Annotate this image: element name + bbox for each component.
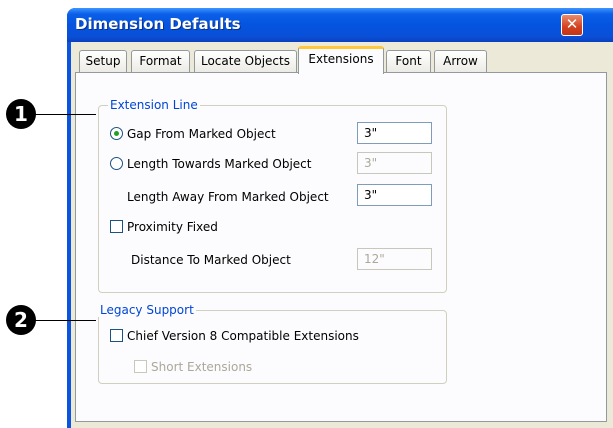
close-icon: ✕	[565, 15, 579, 33]
chief-version-8-compatible-checkbox[interactable]	[110, 329, 123, 342]
tab-label: Setup	[85, 54, 121, 68]
tab-font[interactable]: Font	[386, 50, 431, 72]
tab-label: Extensions	[308, 52, 374, 66]
length-towards-marked-object-label: Length Towards Marked Object	[127, 157, 312, 171]
tab-label: Locate Objects	[200, 54, 290, 68]
tab-label: Format	[139, 54, 182, 68]
tab-panel-extensions: Extension Line Gap From Marked Object 3"…	[75, 72, 607, 422]
legacy-support-group-title: Legacy Support	[98, 303, 196, 317]
tab-label: Arrow	[443, 54, 478, 68]
proximity-fixed-label: Proximity Fixed	[127, 220, 218, 234]
length-away-from-marked-object-label: Length Away From Marked Object	[127, 190, 329, 204]
short-extensions-checkbox[interactable]	[134, 360, 147, 373]
short-extensions-label: Short Extensions	[151, 360, 253, 374]
tab-arrow[interactable]: Arrow	[434, 50, 487, 72]
callout-marker-1: 1	[6, 99, 36, 129]
callout-leader-line-1	[34, 114, 96, 115]
proximity-fixed-checkbox[interactable]	[110, 220, 123, 233]
tab-setup[interactable]: Setup	[79, 50, 127, 72]
callout-marker-2: 2	[6, 305, 36, 335]
close-button[interactable]: ✕	[561, 14, 583, 36]
distance-to-marked-object-field[interactable]: 12"	[357, 248, 432, 270]
radio-selected-dot	[114, 131, 119, 136]
gap-from-marked-object-label: Gap From Marked Object	[127, 127, 276, 141]
tab-format[interactable]: Format	[131, 50, 190, 72]
extension-line-group-title: Extension Line	[108, 98, 200, 112]
gap-from-marked-object-radio[interactable]	[110, 127, 123, 140]
tab-label: Font	[395, 54, 422, 68]
tab-extensions[interactable]: Extensions	[298, 46, 384, 74]
length-towards-marked-object-field[interactable]: 3"	[357, 152, 432, 174]
chief-version-8-compatible-label: Chief Version 8 Compatible Extensions	[127, 329, 359, 343]
distance-to-marked-object-label: Distance To Marked Object	[131, 253, 291, 267]
window-title: Dimension Defaults	[75, 15, 241, 33]
gap-from-marked-object-field[interactable]: 3"	[357, 122, 432, 144]
callout-leader-line-2	[34, 320, 96, 321]
title-bar[interactable]: Dimension Defaults ✕	[67, 8, 613, 42]
length-towards-marked-object-radio[interactable]	[110, 157, 123, 170]
tab-locate-objects[interactable]: Locate Objects	[194, 50, 297, 72]
length-away-from-marked-object-field[interactable]: 3"	[357, 184, 432, 206]
